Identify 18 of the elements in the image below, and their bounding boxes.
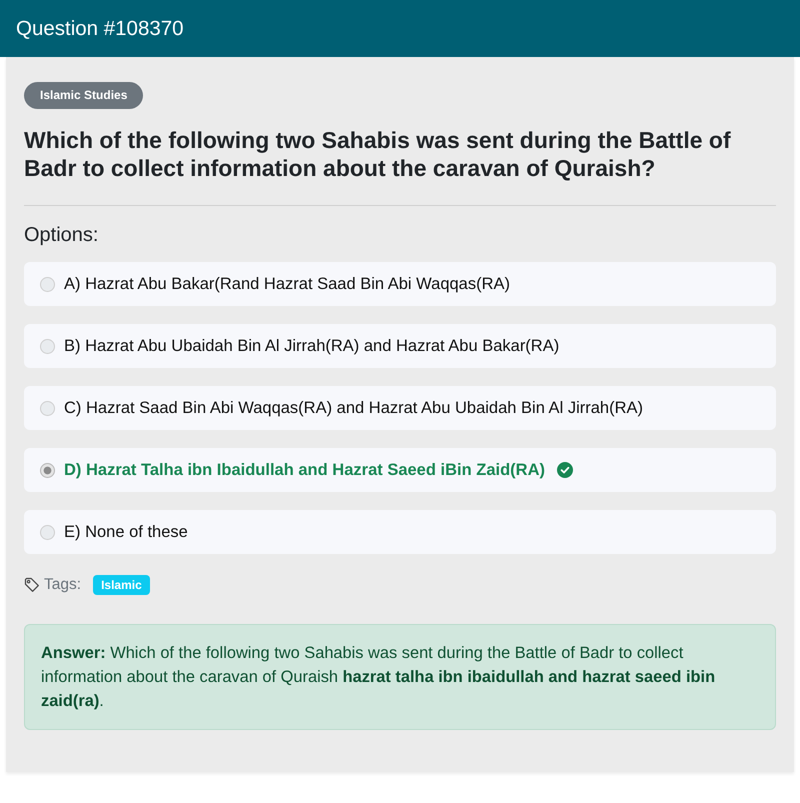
tag-icon xyxy=(24,577,40,593)
option-card[interactable]: E) None of these xyxy=(24,510,776,554)
options-label: Options: xyxy=(24,224,100,246)
question-text: Which of the following two Sahabis was sent during the Battle of Badr to collect information about the caravan of Quraish? xyxy=(24,126,732,182)
option-card[interactable]: D) Hazrat Talha ibn Ibaidullah and Hazrat Saeed iBin Zaid(RA) xyxy=(24,448,776,492)
check-circle-icon xyxy=(557,462,574,478)
option-card[interactable]: C) Hazrat Saad Bin Abi Waqqas(RA) and Hazrat Abu Ubaidah Bin Al Jirrah(RA) xyxy=(24,386,776,430)
radio-button[interactable] xyxy=(40,462,55,478)
option-card[interactable]: A) Hazrat Abu Bakar(Rand Hazrat Saad Bin Abi Waqqas(RA) xyxy=(24,262,776,306)
radio-button[interactable] xyxy=(40,276,55,292)
tags-label: Tags: xyxy=(44,576,82,594)
radio-button[interactable] xyxy=(40,524,55,540)
radio-button[interactable] xyxy=(40,400,55,416)
radio-button[interactable] xyxy=(40,338,55,354)
category-badge[interactable]: Islamic Studies xyxy=(24,82,144,109)
header-title: Question #108370 xyxy=(16,16,184,40)
answer-text: Answer: Which of the following two Sahabis was sent during the Battle of Badr to collect information about the caravan of Quraish hazrat talha ibn ibaidullah and hazrat saeed ibin zaid(ra). xyxy=(41,643,716,712)
option-card[interactable]: B) Hazrat Abu Ubaidah Bin Al Jirrah(RA) and Hazrat Abu Bakar(RA) xyxy=(24,324,776,368)
